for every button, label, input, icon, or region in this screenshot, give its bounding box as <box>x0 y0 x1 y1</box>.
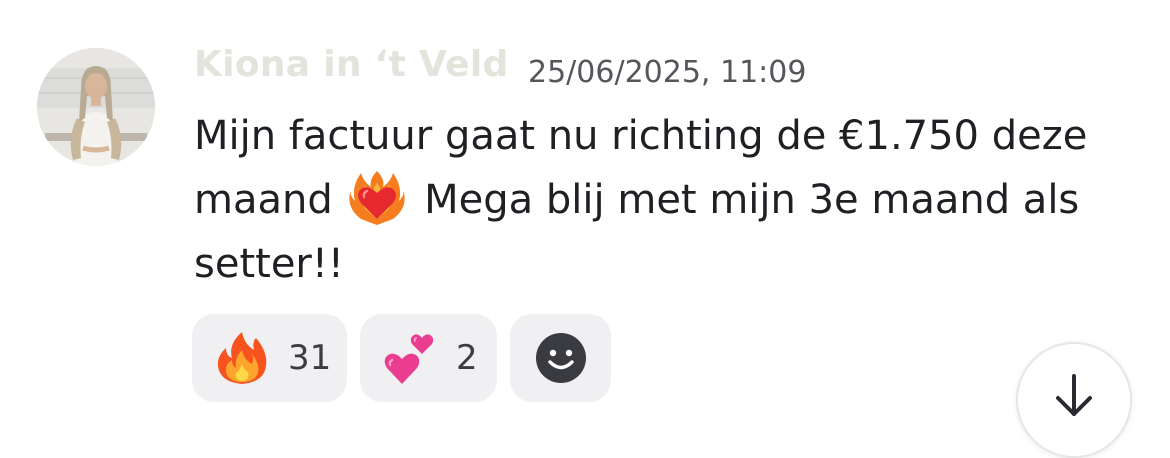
author-name[interactable]: Kiona in ‘t Veld <box>194 44 509 85</box>
chat-message: Kiona in ‘t Veld 25/06/2025, 11:09 Mijn … <box>0 0 1170 458</box>
reaction-count: 31 <box>288 338 332 378</box>
reaction-fire[interactable]: 31 <box>192 314 347 402</box>
two-hearts-emoji <box>382 330 438 386</box>
arrow-down-icon <box>1056 374 1092 416</box>
message-timestamp: 25/06/2025, 11:09 <box>528 55 807 90</box>
avatar-photo <box>37 48 155 166</box>
scroll-down-button[interactable] <box>1016 342 1132 458</box>
heart-on-fire-emoji <box>349 169 406 225</box>
avatar[interactable] <box>37 48 155 166</box>
reaction-count: 2 <box>456 338 478 378</box>
message-text: Mijn factuur gaat nu richting de €1.750 … <box>194 104 1124 296</box>
add-reaction-button[interactable] <box>510 314 611 402</box>
smiley-icon <box>535 333 586 383</box>
reaction-two-hearts[interactable]: 2 <box>360 314 497 402</box>
fire-emoji <box>214 330 270 386</box>
